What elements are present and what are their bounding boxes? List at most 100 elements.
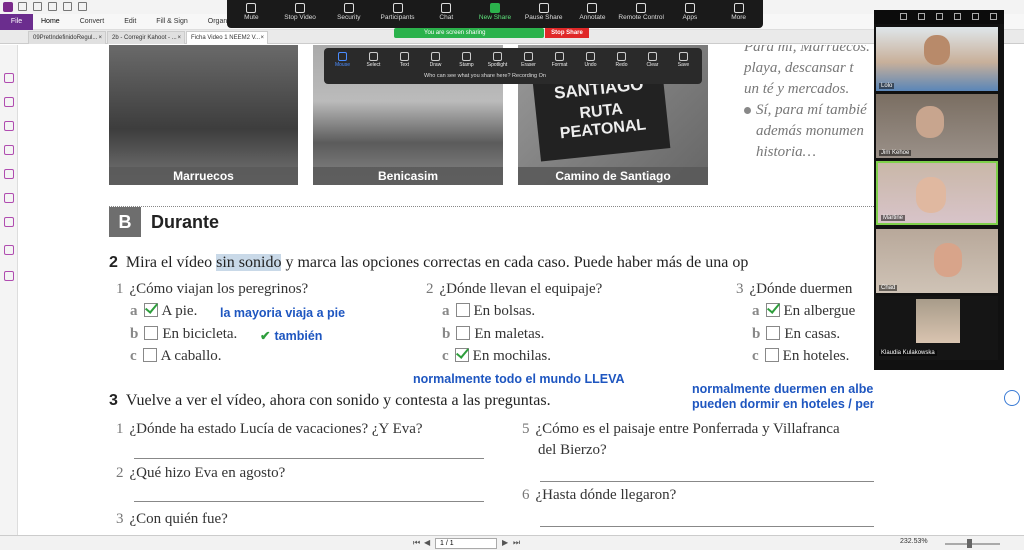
annotate-format-tool[interactable]: Format bbox=[544, 50, 575, 72]
annotate-text-tool[interactable]: Text bbox=[389, 50, 420, 72]
gallery-icon[interactable] bbox=[918, 13, 925, 20]
file-menu-button[interactable]: File bbox=[0, 14, 33, 30]
participant-name: Lolo bbox=[879, 83, 895, 89]
apps-icon bbox=[684, 3, 695, 13]
checkbox[interactable] bbox=[455, 303, 470, 317]
zoom-stop-video-button[interactable]: Stop Video bbox=[276, 0, 325, 28]
attachment-icon[interactable] bbox=[4, 169, 14, 179]
side-panel-toggle-button[interactable] bbox=[1004, 390, 1020, 406]
annotate-draw-tool[interactable]: Draw bbox=[420, 50, 451, 72]
checkbox-checked[interactable] bbox=[143, 303, 158, 317]
microphone-icon bbox=[246, 3, 257, 13]
participant-video[interactable]: Klaudia Kulakowska bbox=[876, 296, 998, 360]
subquestion: 2 ¿Qué hizo Eva en agosto? bbox=[116, 465, 285, 482]
format-icon bbox=[555, 52, 564, 61]
speaker-view-icon[interactable] bbox=[936, 13, 943, 20]
ribbon-tab-home[interactable]: Home bbox=[41, 14, 60, 30]
tools-icon[interactable] bbox=[4, 271, 14, 281]
zoom-apps-button[interactable]: Apps bbox=[666, 0, 715, 28]
bookmark-icon[interactable] bbox=[4, 73, 14, 83]
answer-line[interactable] bbox=[134, 501, 484, 502]
annotate-save-tool[interactable]: Save bbox=[668, 50, 699, 72]
chat-icon bbox=[441, 3, 452, 13]
zoom-slider-knob[interactable] bbox=[967, 539, 972, 548]
annotate-spotlight-tool[interactable]: Spotlight bbox=[482, 50, 513, 72]
participant-video-active[interactable]: Martine bbox=[876, 161, 998, 225]
photo-caption: Benicasim bbox=[313, 167, 503, 185]
section-letter: B bbox=[109, 207, 141, 237]
zoom-more-button[interactable]: More bbox=[714, 0, 763, 28]
answer-line[interactable] bbox=[134, 458, 484, 459]
checkbox-checked[interactable] bbox=[765, 303, 780, 317]
redo-icon[interactable] bbox=[78, 2, 87, 11]
participant-video[interactable]: Lolo bbox=[876, 27, 998, 91]
pin-icon[interactable] bbox=[972, 13, 979, 20]
open-icon[interactable] bbox=[18, 2, 27, 11]
ribbon-tab-edit[interactable]: Edit bbox=[124, 14, 136, 30]
close-icon[interactable]: × bbox=[260, 32, 264, 44]
stop-share-button[interactable]: Stop Share bbox=[545, 28, 589, 38]
subquestion-number: 3 bbox=[736, 281, 744, 297]
comment-icon[interactable] bbox=[4, 145, 14, 155]
zoom-level[interactable]: 232.53% bbox=[900, 538, 928, 545]
annotate-select-tool[interactable]: Select bbox=[358, 50, 389, 72]
annotate-mouse-tool[interactable]: Mouse bbox=[327, 50, 358, 72]
answer-line[interactable] bbox=[540, 526, 874, 527]
undo-icon[interactable] bbox=[63, 2, 72, 11]
tool-label: Mouse bbox=[334, 62, 350, 68]
checkbox[interactable] bbox=[766, 326, 781, 340]
zoom-slider[interactable] bbox=[945, 543, 1000, 545]
ribbon-tab-fill-sign[interactable]: Fill & Sign bbox=[156, 14, 188, 30]
first-page-icon[interactable]: ⏮ bbox=[413, 538, 421, 548]
layout-icon[interactable] bbox=[900, 13, 907, 20]
document-tab-active[interactable]: Ficha Video 1 NEEM2 V... × bbox=[186, 31, 268, 44]
zoom-annotate-button[interactable]: Annotate bbox=[568, 0, 617, 28]
close-panel-icon[interactable] bbox=[990, 13, 997, 20]
close-icon[interactable]: × bbox=[98, 32, 102, 44]
zoom-security-button[interactable]: Security bbox=[324, 0, 373, 28]
option-text: En bolsas. bbox=[473, 303, 536, 319]
pages-icon[interactable] bbox=[4, 97, 14, 107]
print-icon[interactable] bbox=[48, 2, 57, 11]
checkbox[interactable] bbox=[764, 348, 779, 362]
document-tab[interactable]: 09PretIndefinidoRegul... × bbox=[28, 31, 106, 44]
annotate-stamp-tool[interactable]: Stamp bbox=[451, 50, 482, 72]
annotate-eraser-tool[interactable]: Eraser bbox=[513, 50, 544, 72]
zoom-mute-button[interactable]: Mute bbox=[227, 0, 276, 28]
participant-video[interactable]: Chad bbox=[876, 229, 998, 293]
zoom-chat-button[interactable]: Chat bbox=[422, 0, 471, 28]
checkbox[interactable] bbox=[456, 326, 471, 340]
zoom-pause-share-button[interactable]: Pause Share bbox=[519, 0, 568, 28]
zoom-new-share-button[interactable]: New Share bbox=[471, 0, 520, 28]
answer-line[interactable] bbox=[540, 481, 874, 482]
ribbon-tab-convert[interactable]: Convert bbox=[80, 14, 105, 30]
option: b En bicicleta. bbox=[130, 326, 237, 343]
close-icon[interactable]: × bbox=[177, 32, 181, 44]
document-tab[interactable]: 2b - Corregir Kahoot - ... × bbox=[107, 31, 185, 44]
annotate-undo-tool[interactable]: Undo bbox=[575, 50, 606, 72]
checkbox-checked[interactable] bbox=[454, 348, 469, 362]
annotate-clear-tool[interactable]: Clear bbox=[637, 50, 668, 72]
prev-page-icon[interactable]: ◀ bbox=[424, 538, 432, 548]
option: b En casas. bbox=[752, 326, 840, 343]
participant-face bbox=[934, 243, 962, 277]
save-icon[interactable] bbox=[33, 2, 42, 11]
checkbox[interactable] bbox=[142, 348, 157, 362]
tab-label: 09PretIndefinidoRegul... bbox=[33, 35, 98, 41]
next-page-icon[interactable]: ▶ bbox=[502, 538, 510, 548]
participant-video[interactable]: Jim Kehoe bbox=[876, 94, 998, 158]
zoom-remote-control-button[interactable]: Remote Control bbox=[617, 0, 666, 28]
minimize-icon[interactable] bbox=[954, 13, 961, 20]
annotate-redo-tool[interactable]: Redo bbox=[606, 50, 637, 72]
checkbox[interactable] bbox=[144, 326, 159, 340]
subquestion: 5 ¿Cómo es el paisaje entre Ponferrada y … bbox=[522, 421, 840, 438]
zoom-participants-button[interactable]: Participants bbox=[373, 0, 422, 28]
last-page-icon[interactable]: ⏭ bbox=[513, 538, 521, 548]
page-number-input[interactable]: 1 / 1 bbox=[435, 538, 497, 549]
layers-icon[interactable] bbox=[4, 121, 14, 131]
signature-icon[interactable] bbox=[4, 193, 14, 203]
option-text: En mochilas. bbox=[472, 348, 551, 364]
form-icon[interactable] bbox=[4, 245, 14, 255]
lock-icon[interactable] bbox=[4, 217, 14, 227]
participant-name: Martine bbox=[881, 215, 906, 221]
